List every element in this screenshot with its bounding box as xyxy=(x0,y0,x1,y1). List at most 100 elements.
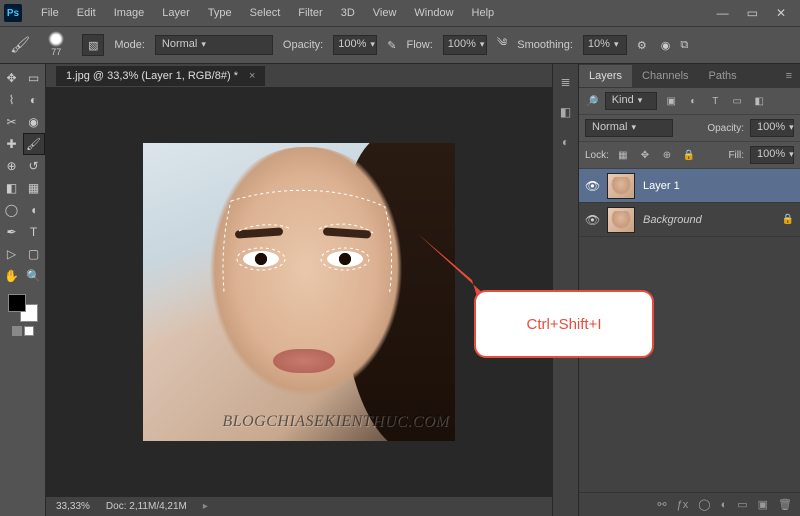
menu-select[interactable]: Select xyxy=(241,3,290,23)
tab-paths[interactable]: Paths xyxy=(699,65,747,87)
status-caret-icon[interactable]: ▸ xyxy=(203,501,208,512)
opacity-label: Opacity: xyxy=(283,39,323,51)
canvas[interactable]: BLOGCHIASEKIENTHUC.COM xyxy=(143,143,455,441)
layer-opacity-input[interactable]: 100% xyxy=(750,119,794,137)
layer-blend-mode-select[interactable]: Normal xyxy=(585,119,673,137)
filter-smart-icon[interactable]: ◧ xyxy=(751,94,767,108)
type-tool-icon[interactable]: T xyxy=(24,222,44,242)
quick-select-tool-icon[interactable]: ◐ xyxy=(24,90,44,110)
layer-name[interactable]: Background xyxy=(643,214,702,226)
opacity-input[interactable]: 100% xyxy=(333,35,377,55)
lock-pixels-icon[interactable]: ▦ xyxy=(615,148,631,162)
document-tab[interactable]: 1.jpg @ 33,3% (Layer 1, RGB/8#) * × xyxy=(56,66,265,86)
minimize-icon[interactable]: — xyxy=(717,6,729,20)
adjustments-panel-icon[interactable]: ◐ xyxy=(558,134,574,150)
smoothing-input[interactable]: 10% xyxy=(583,35,627,55)
menu-view[interactable]: View xyxy=(364,3,406,23)
dodge-tool-icon[interactable]: ◖ xyxy=(24,200,44,220)
filter-adjust-icon[interactable]: ◐ xyxy=(685,94,701,108)
close-icon[interactable]: ✕ xyxy=(776,6,786,20)
adjustment-layer-icon[interactable]: ◐ xyxy=(721,499,728,511)
image-watermark: BLOGCHIASEKIENTHUC.COM xyxy=(222,413,449,431)
gradient-tool-icon[interactable]: ▦ xyxy=(24,178,44,198)
layer-row[interactable]: 👁 Layer 1 xyxy=(579,169,800,203)
new-layer-icon[interactable]: ▣ xyxy=(758,498,768,511)
group-icon[interactable]: ▭ xyxy=(737,498,747,511)
history-brush-tool-icon[interactable]: ↺ xyxy=(24,156,44,176)
layer-name[interactable]: Layer 1 xyxy=(643,180,680,192)
shape-tool-icon[interactable]: ▢ xyxy=(24,244,44,264)
path-select-tool-icon[interactable]: ▷ xyxy=(2,244,22,264)
brush-tool-icon[interactable]: 🖌 xyxy=(24,134,44,154)
menu-filter[interactable]: Filter xyxy=(289,3,331,23)
pressure-opacity-icon[interactable]: ✎ xyxy=(387,39,396,52)
visibility-toggle-icon[interactable]: 👁 xyxy=(585,179,599,193)
lasso-tool-icon[interactable]: ⌇ xyxy=(2,90,22,110)
visibility-toggle-icon[interactable]: 👁 xyxy=(585,213,599,227)
crop-tool-icon[interactable]: ✂ xyxy=(2,112,22,132)
panel-menu-icon[interactable]: ≡ xyxy=(778,65,800,87)
menu-image[interactable]: Image xyxy=(105,3,154,23)
menu-edit[interactable]: Edit xyxy=(68,3,105,23)
smoothing-options-icon[interactable]: ⚙ xyxy=(637,39,647,52)
doc-size[interactable]: Doc: 2,11M/4,21M xyxy=(106,501,187,512)
layer-thumbnail[interactable] xyxy=(607,173,635,199)
menu-type[interactable]: Type xyxy=(199,3,241,23)
marquee-tool-icon[interactable]: ▭ xyxy=(24,68,44,88)
pressure-size-icon[interactable]: ◉ xyxy=(661,39,671,52)
layer-thumbnail[interactable] xyxy=(607,207,635,233)
tab-channels[interactable]: Channels xyxy=(632,65,698,87)
menu-3d[interactable]: 3D xyxy=(332,3,364,23)
maximize-icon[interactable]: ▭ xyxy=(747,6,758,20)
eyedropper-tool-icon[interactable]: ◉ xyxy=(24,112,44,132)
flow-input[interactable]: 100% xyxy=(443,35,487,55)
hand-tool-icon[interactable]: ✋ xyxy=(2,266,22,286)
zoom-tool-icon[interactable]: 🔍 xyxy=(24,266,44,286)
foreground-color-icon[interactable] xyxy=(8,294,26,312)
tab-layers[interactable]: Layers xyxy=(579,65,632,87)
lock-artboard-icon[interactable]: ⊕ xyxy=(659,148,675,162)
stamp-tool-icon[interactable]: ⊕ xyxy=(2,156,22,176)
menu-window[interactable]: Window xyxy=(405,3,462,23)
history-panel-icon[interactable]: ≣ xyxy=(558,74,574,90)
tool-preset-icon[interactable]: 🖌 xyxy=(10,35,30,55)
filter-shape-icon[interactable]: ▭ xyxy=(729,94,745,108)
layer-row[interactable]: 👁 Background 🔒 xyxy=(579,203,800,237)
tab-close-icon[interactable]: × xyxy=(249,70,255,82)
filter-type-select[interactable]: Kind xyxy=(605,92,658,110)
filter-pixel-icon[interactable]: ▣ xyxy=(663,94,679,108)
lock-all-icon[interactable]: 🔒 xyxy=(681,148,697,162)
zoom-level[interactable]: 33,33% xyxy=(56,501,90,512)
layer-mask-icon[interactable]: ◯ xyxy=(698,498,710,511)
color-swatch[interactable] xyxy=(8,294,38,322)
healing-tool-icon[interactable]: ✚ xyxy=(2,134,22,154)
menu-file[interactable]: File xyxy=(32,3,68,23)
layer-fill-input[interactable]: 100% xyxy=(750,146,794,164)
lock-fill-row: Lock: ▦ ✥ ⊕ 🔒 Fill: 100% xyxy=(579,142,800,169)
pen-tool-icon[interactable]: ✒ xyxy=(2,222,22,242)
brush-panel-toggle-icon[interactable]: ▧ xyxy=(82,34,104,56)
quick-mask-toggle[interactable] xyxy=(12,326,34,336)
mode-label: Mode: xyxy=(114,39,145,51)
properties-panel-icon[interactable]: ◧ xyxy=(558,104,574,120)
blend-mode-select[interactable]: Normal xyxy=(155,35,273,55)
airbrush-icon[interactable]: ༄ xyxy=(497,30,508,61)
smoothing-label: Smoothing: xyxy=(517,39,573,51)
lock-position-icon[interactable]: ✥ xyxy=(637,148,653,162)
menu-layer[interactable]: Layer xyxy=(153,3,199,23)
delete-layer-icon[interactable]: 🗑 xyxy=(778,498,792,511)
link-layers-icon[interactable]: ⚯ xyxy=(657,498,666,511)
brush-preset-picker[interactable]: 77 xyxy=(40,31,72,59)
move-tool-icon[interactable]: ✥ xyxy=(2,68,22,88)
eraser-tool-icon[interactable]: ◧ xyxy=(2,178,22,198)
layer-fx-icon[interactable]: ƒx xyxy=(677,499,689,511)
fill-label: Fill: xyxy=(728,150,744,161)
menu-help[interactable]: Help xyxy=(463,3,504,23)
brush-size-label: 77 xyxy=(51,47,61,57)
menu-bar: File Edit Image Layer Type Select Filter… xyxy=(32,3,503,23)
blur-tool-icon[interactable]: ◯ xyxy=(2,200,22,220)
symmetry-icon[interactable]: ⧉ xyxy=(680,39,688,52)
layers-footer: ⚯ ƒx ◯ ◐ ▭ ▣ 🗑 xyxy=(579,492,800,516)
filter-type-icon[interactable]: T xyxy=(707,94,723,108)
layer-filter-row: 🔎 Kind ▣ ◐ T ▭ ◧ xyxy=(579,88,800,115)
